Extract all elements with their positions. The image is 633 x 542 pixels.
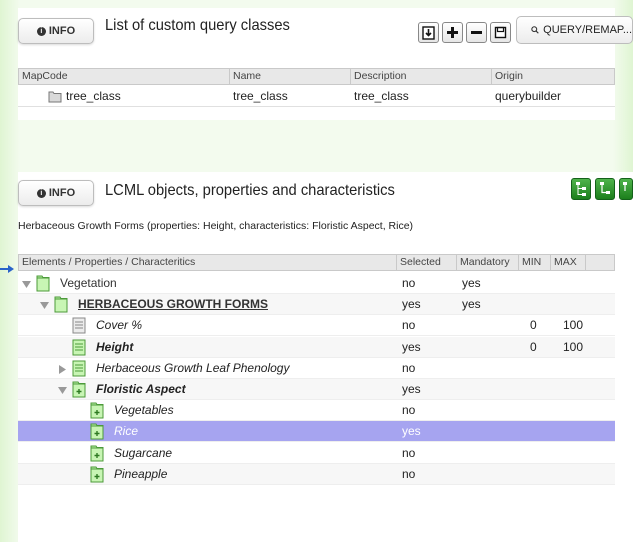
folder-icon <box>48 91 62 103</box>
expand-arrow-icon[interactable] <box>22 280 31 289</box>
selected-cell: no <box>402 466 416 481</box>
info-button-query-classes[interactable]: i INFO <box>18 18 94 44</box>
lcml-subtitle: Herbaceous Growth Forms (properties: Hei… <box>18 220 414 232</box>
element-label: Herbaceous Growth Leaf Phenology <box>96 360 290 375</box>
max-cell: 100 <box>563 339 584 354</box>
table-row[interactable]: tree_class tree_class tree_class querybu… <box>18 86 615 107</box>
element-label: Sugarcane <box>114 445 173 460</box>
folder-icon <box>72 381 86 398</box>
selected-cell: yes <box>402 297 421 312</box>
document-icon <box>72 317 86 334</box>
element-label: Vegetation <box>60 276 117 290</box>
tree-structure-icon <box>576 182 586 196</box>
mandatory-cell: yes <box>462 276 481 290</box>
element-label: Cover % <box>96 318 143 333</box>
folder-icon <box>54 296 68 313</box>
table-row[interactable]: Vegetables no <box>18 400 615 422</box>
query-remap-label: QUERY/REMAP... <box>543 24 632 36</box>
folder-icon <box>90 423 104 440</box>
document-icon <box>72 360 86 377</box>
element-label: Pineapple <box>114 466 168 481</box>
table-row[interactable]: Cover % no 0 100 <box>18 315 615 337</box>
info-label: INFO <box>48 187 76 199</box>
import-button[interactable] <box>418 22 439 43</box>
add-button[interactable] <box>442 22 463 43</box>
selected-cell: no <box>402 445 416 460</box>
column-origin[interactable]: Origin <box>492 69 616 84</box>
element-label: HERBACEOUS GROWTH FORMS <box>78 297 268 312</box>
remove-button[interactable] <box>466 22 487 43</box>
pointer-arrow-icon <box>0 265 14 273</box>
plus-icon <box>447 27 458 38</box>
document-icon <box>72 339 86 356</box>
selected-cell: yes <box>402 382 421 396</box>
query-classes-header: MapCode Name Description Origin <box>18 68 615 85</box>
column-description[interactable]: Description <box>351 69 492 84</box>
tree-node-icon <box>623 182 627 191</box>
import-icon <box>422 25 435 40</box>
column-mapcode[interactable]: MapCode <box>19 69 230 84</box>
folder-icon <box>90 402 104 419</box>
folder-icon <box>90 445 104 462</box>
element-label: Rice <box>114 424 139 439</box>
tree-expand-button[interactable] <box>571 178 591 200</box>
min-cell: 0 <box>530 318 537 333</box>
table-row[interactable]: Rice yes <box>18 421 615 443</box>
min-cell: 0 <box>530 339 537 354</box>
expand-arrow-icon[interactable] <box>40 301 49 310</box>
selected-cell: yes <box>402 339 421 354</box>
query-remap-button[interactable]: QUERY/REMAP... <box>516 16 633 44</box>
element-label: Floristic Aspect <box>96 382 186 396</box>
info-button-lcml[interactable]: i INFO <box>18 180 94 206</box>
table-row[interactable]: Floristic Aspect yes <box>18 379 615 400</box>
selected-cell: yes <box>402 424 421 439</box>
column-min[interactable]: MIN <box>519 255 551 270</box>
lcml-title: LCML objects, properties and characteris… <box>105 182 395 199</box>
folder-icon <box>36 275 50 292</box>
column-mandatory[interactable]: Mandatory <box>457 255 519 270</box>
info-label: INFO <box>48 25 76 37</box>
minus-icon <box>471 31 482 34</box>
selected-cell: no <box>402 318 416 333</box>
table-row[interactable]: Sugarcane no <box>18 443 615 464</box>
mapcode-cell: tree_class <box>66 89 121 103</box>
element-label: Vegetables <box>114 403 174 418</box>
element-label: Height <box>96 339 134 354</box>
table-row[interactable]: Herbaceous Growth Leaf Phenology no <box>18 358 615 379</box>
table-row[interactable]: HERBACEOUS GROWTH FORMS yes yes <box>18 294 615 316</box>
selected-cell: no <box>402 403 416 418</box>
lcml-table-header: Elements / Properties / Characteritics S… <box>18 254 615 271</box>
tree-collapse-button[interactable] <box>595 178 615 200</box>
column-selected[interactable]: Selected <box>397 255 457 270</box>
save-icon <box>494 26 507 39</box>
table-row[interactable]: Vegetation no yes <box>18 273 615 294</box>
tree-branch-icon <box>600 182 610 194</box>
selected-cell: no <box>402 276 416 290</box>
save-button[interactable] <box>490 22 511 43</box>
collapsed-arrow-icon[interactable] <box>58 364 67 374</box>
origin-cell: querybuilder <box>495 89 562 103</box>
folder-icon <box>90 466 104 483</box>
query-classes-title: List of custom query classes <box>105 17 290 34</box>
selected-cell: no <box>402 360 416 375</box>
expand-arrow-icon[interactable] <box>58 386 67 395</box>
table-row[interactable]: Pineapple no <box>18 463 615 485</box>
search-icon <box>531 26 539 34</box>
info-icon: i <box>36 188 46 198</box>
column-max[interactable]: MAX <box>551 255 586 270</box>
table-row[interactable]: Height yes 0 100 <box>18 336 615 358</box>
column-elements[interactable]: Elements / Properties / Characteritics <box>19 255 397 270</box>
mandatory-cell: yes <box>462 297 481 312</box>
description-cell: tree_class <box>354 89 409 103</box>
info-icon: i <box>36 26 46 36</box>
name-cell: tree_class <box>233 89 288 103</box>
max-cell: 100 <box>563 318 584 333</box>
column-name[interactable]: Name <box>230 69 351 84</box>
tree-node-button[interactable] <box>619 178 633 200</box>
